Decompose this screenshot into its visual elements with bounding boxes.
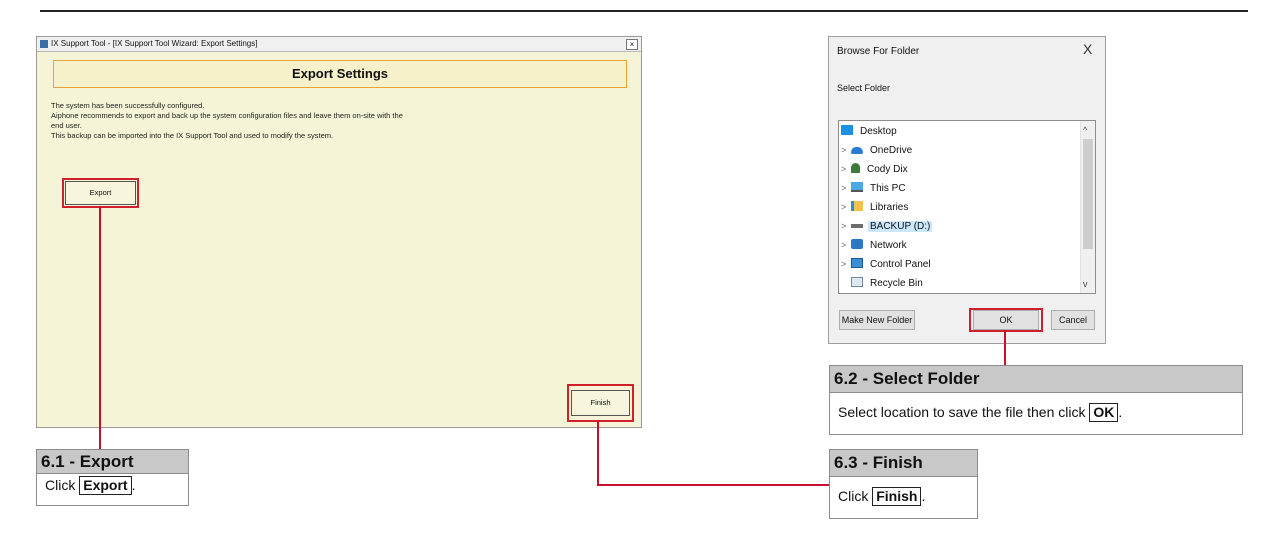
- cloud-icon: [851, 147, 863, 154]
- callout-export: 6.1 - Export Click Export.: [36, 449, 189, 506]
- callout-title: 6.3 - Finish: [830, 450, 977, 477]
- callout-key: OK: [1089, 403, 1119, 422]
- control-panel-icon: [851, 258, 863, 268]
- finish-connector-horizontal: [597, 484, 829, 486]
- chevron-right-icon[interactable]: >: [841, 161, 851, 178]
- tree-item-onedrive[interactable]: > OneDrive: [841, 142, 914, 159]
- chevron-right-icon[interactable]: >: [841, 199, 851, 216]
- callout-title: 6.1 - Export: [37, 450, 188, 474]
- callout-body: Select location to save the file then cl…: [838, 403, 1123, 422]
- tree-item-libraries[interactable]: > Libraries: [841, 199, 910, 216]
- description-line: Aiphone recommends to export and back up…: [51, 111, 403, 120]
- wizard-window: IX Support Tool - [IX Support Tool Wizar…: [36, 36, 642, 428]
- description-line: end user.: [51, 121, 82, 130]
- ok-connector: [1004, 330, 1006, 366]
- tree-item-control-panel[interactable]: > Control Panel: [841, 256, 933, 273]
- wizard-description: The system has been successfully configu…: [51, 101, 571, 141]
- tree-item-this-pc[interactable]: > This PC: [841, 180, 908, 197]
- recycle-bin-icon: [851, 277, 863, 287]
- chevron-right-icon[interactable]: >: [841, 237, 851, 254]
- dialog-close-button[interactable]: X: [1083, 41, 1092, 57]
- finish-button[interactable]: Finish: [571, 390, 630, 416]
- callout-body: Click Export.: [45, 476, 136, 495]
- chevron-down-icon[interactable]: v: [1083, 279, 1088, 289]
- tree-item-recycle-bin[interactable]: Recycle Bin: [841, 275, 925, 292]
- chevron-right-icon[interactable]: >: [841, 142, 851, 159]
- export-button[interactable]: Export: [65, 181, 136, 205]
- description-line: The system has been successfully configu…: [51, 101, 205, 110]
- callout-select-folder: 6.2 - Select Folder Select location to s…: [829, 365, 1243, 435]
- description-line: This backup can be imported into the IX …: [51, 131, 334, 140]
- callout-key: Export: [79, 476, 132, 495]
- tree-item-backup-drive[interactable]: > BACKUP (D:): [841, 218, 933, 235]
- make-new-folder-button[interactable]: Make New Folder: [839, 310, 915, 330]
- browse-folder-dialog: Browse For Folder X Select Folder Deskto…: [828, 36, 1106, 344]
- dialog-instruction: Select Folder: [837, 83, 891, 93]
- drive-icon: [851, 224, 863, 228]
- folder-tree[interactable]: Desktop > OneDrive > Cody Dix > This PC > Li…: [838, 120, 1096, 294]
- wizard-title: IX Support Tool - [IX Support Tool Wizar…: [51, 39, 258, 48]
- chevron-right-icon[interactable]: >: [841, 256, 851, 273]
- chevron-right-icon[interactable]: >: [841, 218, 851, 235]
- tree-item-desktop[interactable]: Desktop: [841, 123, 899, 140]
- computer-icon: [851, 182, 863, 192]
- callout-title: 6.2 - Select Folder: [830, 366, 1242, 393]
- wizard-titlebar: IX Support Tool - [IX Support Tool Wizar…: [37, 37, 641, 52]
- ok-button[interactable]: OK: [973, 310, 1039, 330]
- callout-key: Finish: [872, 487, 922, 506]
- tree-item-network[interactable]: > Network: [841, 237, 909, 254]
- user-icon: [851, 163, 860, 173]
- chevron-right-icon[interactable]: >: [841, 180, 851, 197]
- tree-item-user[interactable]: > Cody Dix: [841, 161, 910, 178]
- app-icon: [40, 40, 48, 48]
- library-icon: [851, 201, 863, 211]
- cancel-button[interactable]: Cancel: [1051, 310, 1095, 330]
- wizard-close-button[interactable]: ×: [626, 39, 638, 50]
- tree-scrollbar[interactable]: ^ v: [1080, 121, 1095, 293]
- chevron-up-icon[interactable]: ^: [1083, 125, 1087, 135]
- export-connector: [99, 206, 101, 450]
- callout-body: Click Finish.: [838, 487, 926, 506]
- network-icon: [851, 239, 863, 249]
- dialog-title: Browse For Folder: [837, 46, 920, 57]
- scrollbar-thumb[interactable]: [1083, 139, 1093, 249]
- top-rule: [40, 10, 1248, 12]
- finish-connector-vertical: [597, 421, 599, 485]
- callout-finish: 6.3 - Finish Click Finish.: [829, 449, 978, 519]
- page-title: Export Settings: [53, 60, 627, 88]
- desktop-icon: [841, 125, 853, 135]
